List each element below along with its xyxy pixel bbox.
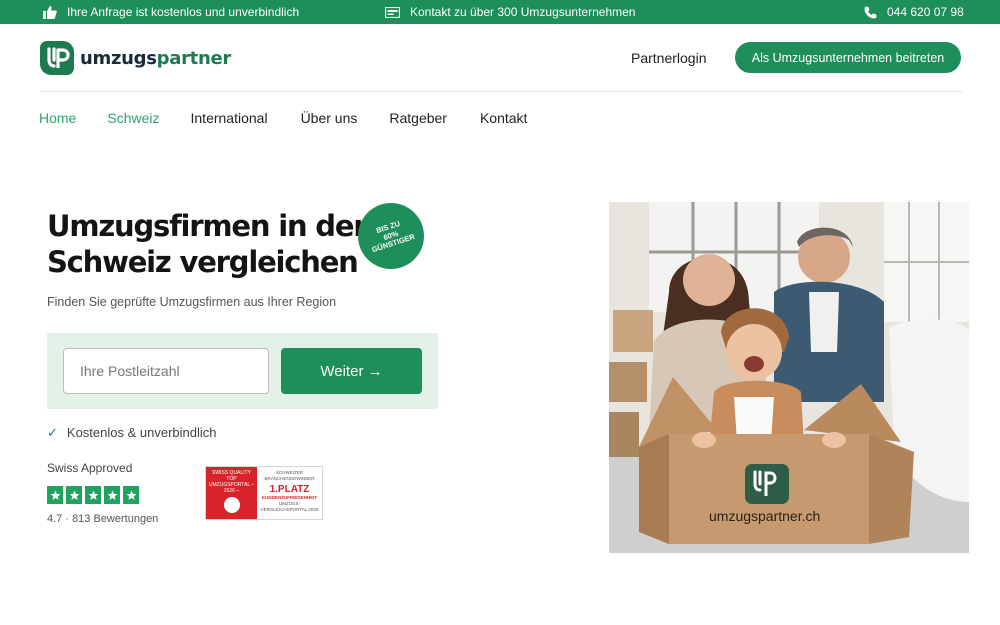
nav-kontakt[interactable]: Kontakt (480, 110, 527, 126)
star-icon (104, 486, 120, 504)
phone-link[interactable]: 044 620 07 98 (864, 0, 964, 24)
box-text: umzugspartner.ch (709, 508, 821, 524)
logo-mark-icon (40, 41, 74, 75)
rating-text: 4.7 · 813 Bewertungen (47, 513, 159, 525)
award-red-panel: SWISS QUALITY TOP UMZUGSPORTAL – 2026 – (206, 467, 257, 519)
star-icon (85, 486, 101, 504)
nav-ratgeber[interactable]: Ratgeber (389, 110, 447, 126)
nav-schweiz[interactable]: Schweiz (107, 110, 159, 126)
postal-search-form: Weiter → (47, 333, 438, 409)
hero-photo: umzugspartner.ch (609, 202, 969, 553)
postal-code-input[interactable] (63, 348, 269, 394)
award-seal-icon (223, 497, 240, 513)
phone-icon (864, 6, 877, 19)
weiter-button[interactable]: Weiter → (281, 348, 422, 394)
hero-subtitle: Finden Sie geprüfte Umzugsfirmen aus Ihr… (47, 295, 337, 309)
award-right-panel: SCHWEIZER BRANCHENGEWINNER 1.PLATZ KUNDE… (260, 470, 319, 512)
star-icon (47, 486, 63, 504)
approved-label: Swiss Approved (47, 461, 133, 475)
logo-text: umzugspartner (80, 47, 231, 69)
nav-home[interactable]: Home (39, 110, 76, 126)
page-title: Umzugsfirmen in der Schweiz vergleichen (47, 209, 368, 279)
star-icon (123, 486, 139, 504)
partner-login-link[interactable]: Partnerlogin (631, 50, 707, 66)
checkmark-icon: ✓ (47, 425, 58, 440)
join-as-company-button[interactable]: Als Umzugsunternehmen beitreten (735, 42, 961, 73)
main-nav: Home Schweiz International Über uns Ratg… (39, 110, 527, 126)
nav-ueber-uns[interactable]: Über uns (301, 110, 358, 126)
logo[interactable]: umzugspartner (40, 41, 231, 75)
free-note: ✓ Kostenlos & unverbindlich (47, 425, 217, 440)
nav-international[interactable]: International (191, 110, 268, 126)
rating-stars (47, 486, 139, 504)
award-badge: SWISS QUALITY TOP UMZUGSPORTAL – 2026 – … (205, 466, 323, 520)
star-icon (66, 486, 82, 504)
truck-icon (385, 6, 400, 18)
top-info-bar: Ihre Anfrage ist kostenlos und unverbind… (0, 0, 1000, 24)
thumbs-up-icon (43, 5, 57, 19)
contact-companies-info: Kontakt zu über 300 Umzugsunternehmen (385, 0, 635, 24)
header-divider (40, 91, 962, 92)
free-request-info: Ihre Anfrage ist kostenlos und unverbind… (43, 0, 299, 24)
